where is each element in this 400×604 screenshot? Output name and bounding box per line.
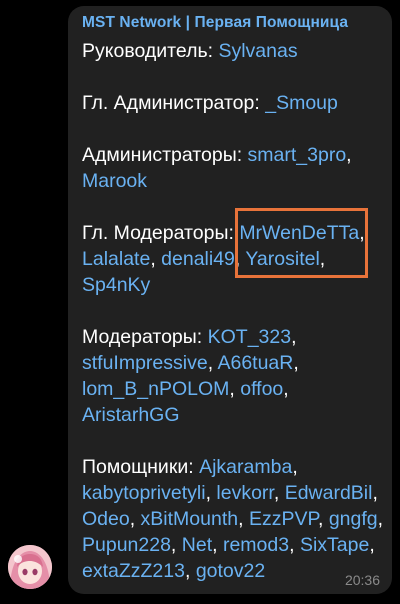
mention-link[interactable]: _Smoup bbox=[265, 92, 338, 114]
mention-link[interactable]: Odeo bbox=[82, 508, 130, 530]
mention-link[interactable]: kabytoprivetyli bbox=[82, 482, 206, 504]
mention-link[interactable]: remod3 bbox=[223, 534, 289, 556]
mention-link[interactable]: extaZzZ213 bbox=[82, 560, 185, 582]
mention-link[interactable]: SixTape bbox=[300, 534, 369, 556]
mention-link[interactable]: Lalalate bbox=[82, 248, 150, 270]
mention-link[interactable]: KOT_323 bbox=[208, 326, 291, 348]
highlight-box bbox=[235, 208, 368, 278]
helpers-label: Помощники: bbox=[82, 456, 194, 478]
admins-label: Администраторы: bbox=[82, 144, 243, 166]
mention-link[interactable]: Net bbox=[182, 534, 212, 556]
mention-link[interactable]: smart_3pro bbox=[248, 144, 347, 166]
message-text: Руководитель: Sylvanas Гл. Администратор… bbox=[82, 40, 384, 582]
mention-link[interactable]: gngfg bbox=[329, 508, 378, 530]
mention-link[interactable]: Sylvanas bbox=[218, 40, 297, 62]
mention-link[interactable]: offoo bbox=[240, 378, 283, 400]
mention-link[interactable]: denali49 bbox=[161, 248, 235, 270]
mention-link[interactable]: Marook bbox=[82, 170, 147, 192]
mention-link[interactable]: stfuImpressive bbox=[82, 352, 208, 374]
mention-link[interactable]: EzzPVP bbox=[249, 508, 318, 530]
mention-link[interactable]: xBitMounth bbox=[141, 508, 239, 530]
mention-link[interactable]: lom_B_nPOLOM bbox=[82, 378, 229, 400]
mods-label: Модераторы: bbox=[82, 326, 203, 348]
chief-admin-label: Гл. Администратор: bbox=[82, 92, 260, 114]
message-time: 20:36 bbox=[344, 572, 380, 588]
chief-mods-label: Гл. Модераторы: bbox=[82, 222, 234, 244]
mention-link[interactable]: gotov22 bbox=[196, 560, 265, 582]
sender-name[interactable]: MST Network | Первая Помощница bbox=[82, 14, 348, 32]
mention-link[interactable]: EdwardBil bbox=[285, 482, 373, 504]
mention-link[interactable]: Ajkaramba bbox=[199, 456, 292, 478]
mention-link[interactable]: levkorr bbox=[216, 482, 273, 504]
mention-link[interactable]: AristarhGG bbox=[82, 404, 180, 426]
lead-label: Руководитель: bbox=[82, 40, 214, 62]
avatar[interactable] bbox=[8, 545, 52, 589]
mention-link[interactable]: Sp4nKy bbox=[82, 274, 150, 296]
mention-link[interactable]: Pupun228 bbox=[82, 534, 171, 556]
mention-link[interactable]: A66tuaR bbox=[217, 352, 293, 374]
